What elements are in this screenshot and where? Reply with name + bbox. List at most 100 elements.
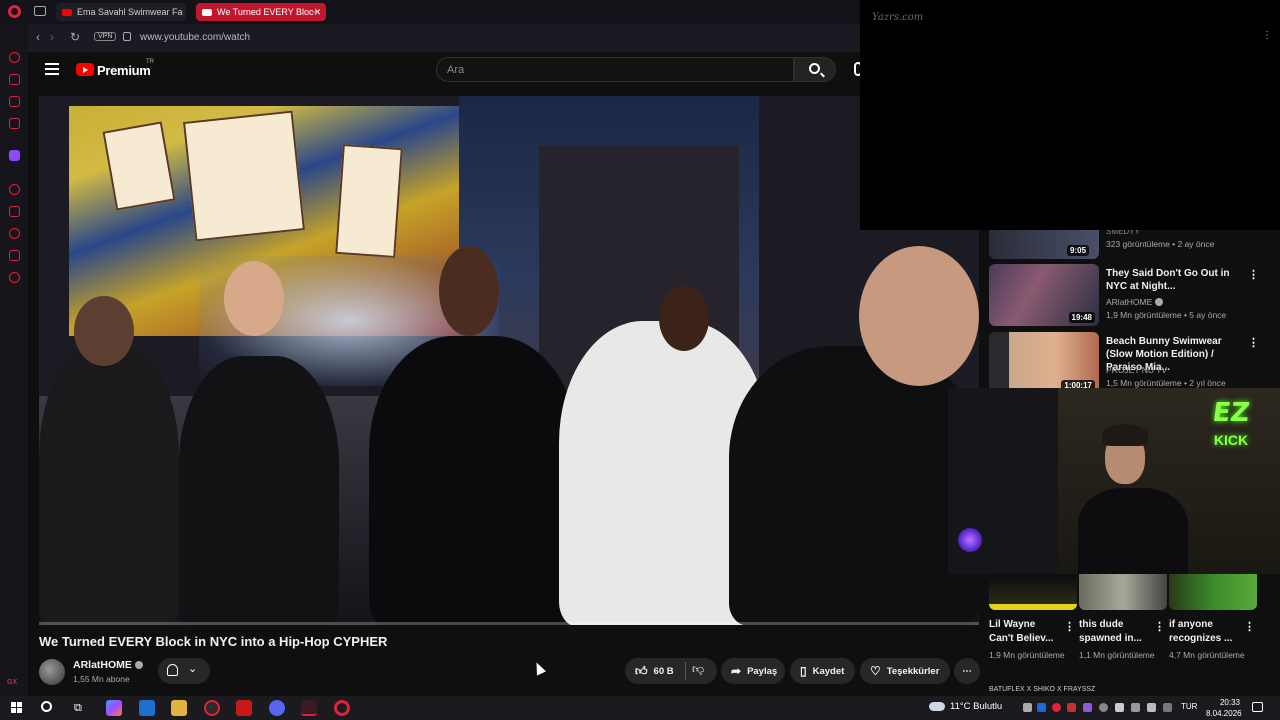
share-button[interactable]: ➦ Paylaş [721, 658, 785, 684]
more-options-icon[interactable]: ⋮ [1248, 268, 1259, 281]
reload-icon[interactable]: ↻ [70, 30, 80, 44]
outlook-icon[interactable] [139, 700, 155, 716]
vpn-badge[interactable]: VPN [94, 32, 117, 41]
youtube-favicon-icon [62, 8, 72, 16]
url-field[interactable]: www.youtube.com/watch [140, 32, 250, 43]
streamer-body [1078, 488, 1188, 574]
history-icon[interactable] [9, 228, 20, 239]
opera-gx-active-icon[interactable] [301, 700, 317, 716]
related-video-item[interactable]: 9:05 SMEDYY 323 görüntüleme • 2 ay önce [989, 227, 1269, 259]
tray-steam-icon[interactable] [1037, 703, 1046, 712]
opera-icon[interactable] [334, 700, 350, 716]
video-frame-head [859, 246, 979, 386]
tray-mic-icon[interactable] [1115, 703, 1124, 712]
short-views: 1,1 Mn görüntüleme [1079, 650, 1155, 660]
windows-start-icon[interactable] [11, 702, 22, 713]
short-title[interactable]: this dude spawned in... [1079, 618, 1151, 646]
dislike-button[interactable]: 👎︎ [692, 662, 704, 677]
opera-logo-icon[interactable] [8, 5, 21, 18]
video-frame-person [729, 346, 979, 625]
short-item[interactable]: this dude spawned in... 1,1 Mn görüntüle… [1079, 574, 1167, 662]
task-view-icon[interactable]: ⧉ [74, 702, 82, 715]
video-frame-menu-sign [183, 110, 305, 242]
tray-opera-icon[interactable] [1052, 703, 1061, 712]
forward-icon[interactable]: › [50, 30, 54, 44]
cloud-icon [929, 702, 945, 711]
more-options-icon[interactable]: ⋮ [1154, 620, 1165, 633]
tray-app-icon[interactable] [1099, 703, 1108, 712]
short-item[interactable]: Lil Wayne Can't Believ... 1,9 Mn görüntü… [989, 574, 1077, 662]
related-title[interactable]: They Said Don't Go Out in NYC at Night..… [1106, 267, 1241, 293]
video-frame-head [659, 286, 709, 351]
short-title[interactable]: Lil Wayne Can't Believ... [989, 618, 1061, 646]
tray-gamepad-icon[interactable] [1023, 703, 1032, 712]
related-channel[interactable]: PROJET NU TV [1106, 365, 1167, 375]
webcam-overlay: EZ KICK [948, 388, 1280, 574]
thanks-button[interactable]: ♡ Teşekkürler [860, 658, 950, 684]
tab-we-turned-every-block[interactable]: We Turned EVERY Bloc ✕ [196, 3, 326, 21]
notification-icon[interactable] [1252, 702, 1263, 712]
discord-icon[interactable] [269, 700, 285, 716]
youtube-favicon-icon [202, 8, 212, 16]
related-meta: 323 görüntüleme • 2 ay önce [1106, 239, 1215, 249]
youtube-brand[interactable]: Premium [97, 63, 151, 78]
duration-badge: 19:48 [1068, 312, 1095, 323]
aria-icon[interactable] [9, 52, 20, 63]
hamburger-menu-icon[interactable] [45, 63, 59, 75]
new-tab-button[interactable]: + [312, 4, 320, 19]
youtube-logo-icon[interactable] [76, 63, 94, 76]
related-channel[interactable]: ARlatHOME [1106, 297, 1164, 307]
channel-avatar[interactable] [39, 659, 65, 685]
taskbar-search-icon[interactable] [41, 701, 52, 712]
channel-name[interactable]: ARlatHOME [73, 659, 143, 671]
weather-text[interactable]: 11°C Bulutlu [950, 701, 1002, 712]
youtube-header: Premium TR Ara [28, 52, 862, 88]
streamer-hair [1102, 424, 1148, 446]
back-icon[interactable]: ‹ [36, 30, 40, 44]
search-button[interactable] [794, 57, 836, 82]
lock-icon[interactable] [123, 32, 131, 41]
more-options-icon[interactable]: ⋮ [1064, 620, 1075, 633]
short-item[interactable]: if anyone recognizes ... 4,7 Mn görüntül… [1169, 574, 1257, 662]
settings-gear-icon[interactable] [9, 272, 20, 283]
opera-gx-icon[interactable] [204, 700, 220, 716]
copilot-icon[interactable] [106, 700, 122, 716]
tray-app-icon[interactable] [1163, 703, 1172, 712]
tray-app-icon[interactable] [1083, 703, 1092, 712]
search-icon [809, 63, 820, 74]
voicemeeter-icon[interactable] [236, 700, 252, 716]
more-actions-button[interactable]: ⋯ [954, 658, 980, 684]
video-progress-bar[interactable] [39, 622, 979, 625]
search-input[interactable]: Ara [436, 57, 794, 82]
short-title[interactable]: if anyone recognizes ... [1169, 618, 1241, 646]
neon-sign-bottom: KICK [1213, 432, 1249, 448]
more-options-icon[interactable]: ⋮ [1244, 620, 1255, 633]
video-frame-head [224, 261, 284, 336]
tray-app-icon[interactable] [1067, 703, 1076, 712]
related-video-item[interactable]: 1:00:17 Beach Bunny Swimwear (Slow Motio… [989, 332, 1269, 396]
subscribed-notifications-button[interactable]: ⌄ [158, 658, 210, 684]
messenger-icon[interactable] [9, 96, 20, 107]
file-explorer-icon[interactable] [171, 700, 187, 716]
tab-island-icon[interactable] [34, 6, 46, 16]
related-video-item[interactable]: 19:48 They Said Don't Go Out in NYC at N… [989, 264, 1269, 328]
tray-network-icon[interactable] [1131, 703, 1140, 712]
cube-icon[interactable] [9, 206, 20, 217]
save-button[interactable]: ▯ Kaydet [790, 658, 855, 684]
browser-sidebar: GX ⋯ [0, 24, 28, 711]
tray-volume-icon[interactable] [1147, 703, 1156, 712]
taskbar-clock[interactable]: 20:33 8.04.2026 [1206, 697, 1242, 719]
news-icon[interactable] [9, 118, 20, 129]
shop-icon[interactable] [9, 74, 20, 85]
video-frame-head [439, 246, 499, 336]
rgb-light [958, 528, 982, 552]
tab-ema-savahl[interactable]: Ema Savahl Swimwear Fa [56, 3, 186, 21]
video-player[interactable] [39, 96, 979, 625]
related-meta: 1,5 Mn görüntüleme • 2 yıl önce [1106, 378, 1226, 388]
watermark-text: Yazrs.com [872, 12, 924, 23]
twitch-icon[interactable] [9, 150, 20, 161]
input-language[interactable]: TUR [1181, 702, 1197, 711]
more-options-icon[interactable]: ⋮ [1248, 336, 1259, 349]
player-icon[interactable] [9, 184, 20, 195]
extensions-icon[interactable] [9, 250, 20, 261]
